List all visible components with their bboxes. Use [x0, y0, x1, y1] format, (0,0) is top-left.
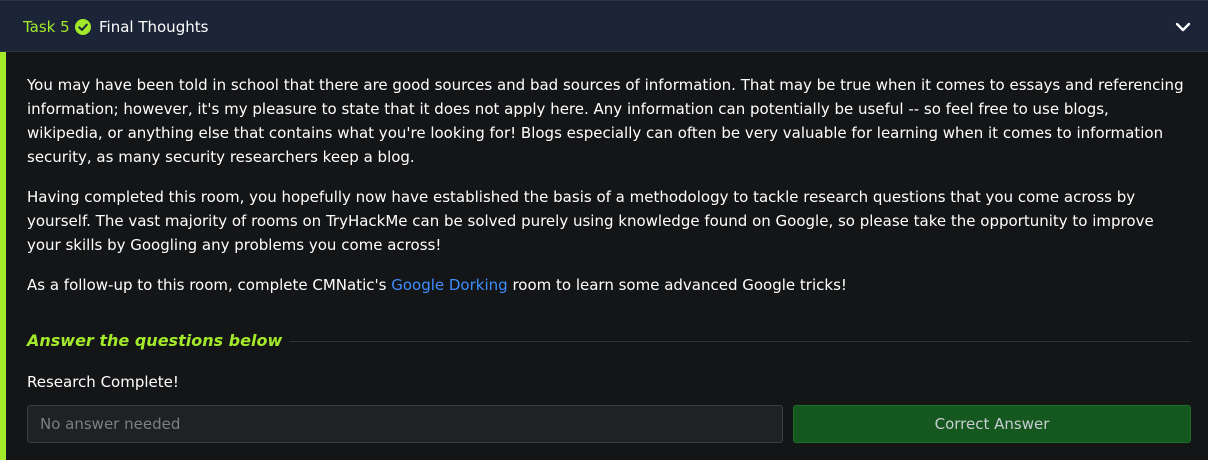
follow-up-text-start: As a follow-up to this room, complete CM… [27, 276, 392, 294]
task-number: Task 5 [23, 18, 70, 36]
chevron-down-icon[interactable] [1175, 21, 1191, 33]
check-circle-icon [75, 19, 91, 35]
task-header[interactable]: Task 5 Final Thoughts [0, 0, 1208, 52]
paragraph-sources: You may have been told in school that th… [27, 76, 1184, 166]
answer-questions-heading: Answer the questions below [27, 331, 283, 350]
paragraph-follow-up: As a follow-up to this room, complete CM… [27, 273, 1187, 297]
accent-bar [0, 52, 6, 460]
follow-up-text-end: room to learn some advanced Google trick… [507, 276, 847, 294]
heading-divider [289, 341, 1191, 342]
task-title: Final Thoughts [99, 18, 209, 36]
paragraph-methodology: Having completed this room, you hopefull… [27, 188, 1154, 254]
question-text: Research Complete! [27, 373, 179, 391]
answer-input[interactable] [27, 405, 783, 443]
correct-answer-button[interactable]: Correct Answer [793, 405, 1191, 443]
task-content: You may have been told in school that th… [0, 52, 1208, 460]
google-dorking-link[interactable]: Google Dorking [391, 276, 507, 294]
